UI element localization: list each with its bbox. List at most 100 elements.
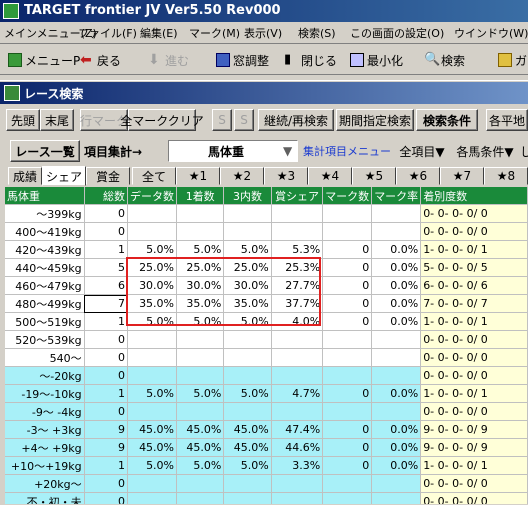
cell-mark-count[interactable] bbox=[322, 366, 373, 385]
tab-star-8[interactable]: ★8 bbox=[484, 167, 528, 185]
table-row[interactable]: 400～419kg 0 0- 0- 0- 0/ 0 bbox=[5, 222, 528, 241]
cell-prize-share[interactable] bbox=[271, 348, 324, 367]
last-button[interactable]: 末尾 bbox=[40, 109, 74, 131]
cell-total[interactable]: 9 bbox=[84, 420, 129, 439]
cell-mark-count[interactable] bbox=[322, 348, 373, 367]
cell-mark-rate[interactable]: 0.0% bbox=[371, 294, 422, 313]
cell-prize-share[interactable]: 44.6% bbox=[271, 438, 324, 457]
tab-star-6[interactable]: ★6 bbox=[396, 167, 440, 185]
cell-mark-rate[interactable] bbox=[371, 204, 422, 223]
cell-mark-count[interactable] bbox=[322, 474, 373, 493]
cell-mark-rate[interactable] bbox=[371, 348, 422, 367]
cell-horse-weight[interactable]: 520～539kg bbox=[5, 330, 85, 349]
cell-data-count[interactable] bbox=[127, 330, 178, 349]
cell-total[interactable]: 0 bbox=[84, 330, 129, 349]
cell-total[interactable]: 0 bbox=[84, 474, 129, 493]
header-mark-count[interactable]: マーク数 bbox=[322, 187, 373, 205]
cell-top3-count[interactable] bbox=[223, 366, 272, 385]
cell-finish-distribution[interactable]: 9- 0- 0- 0/ 9 bbox=[420, 420, 528, 439]
cell-total[interactable]: 0 bbox=[84, 366, 129, 385]
cell-mark-rate[interactable]: 0.0% bbox=[371, 438, 422, 457]
cell-finish-distribution[interactable]: 0- 0- 0- 0/ 0 bbox=[420, 366, 528, 385]
cell-mark-rate[interactable] bbox=[371, 366, 422, 385]
cell-data-count[interactable] bbox=[127, 366, 178, 385]
all-items-dropdown[interactable]: 全項目▼ bbox=[396, 140, 448, 162]
cell-top3-count[interactable] bbox=[223, 222, 272, 241]
cell-mark-count[interactable] bbox=[322, 402, 373, 421]
first-button[interactable]: 先頭 bbox=[6, 109, 40, 131]
cell-finish-distribution[interactable]: 0- 0- 0- 0/ 0 bbox=[420, 222, 528, 241]
cell-top3-count[interactable] bbox=[223, 348, 272, 367]
cell-mark-rate[interactable]: 0.0% bbox=[371, 456, 422, 475]
cell-mark-count[interactable] bbox=[322, 330, 373, 349]
cell-finish-distribution[interactable]: 1- 0- 0- 0/ 1 bbox=[420, 312, 528, 331]
cell-data-count[interactable] bbox=[127, 204, 178, 223]
race-list-button[interactable]: レース一覧 bbox=[10, 140, 80, 162]
cell-data-count[interactable]: 45.0% bbox=[127, 420, 178, 439]
cell-mark-rate[interactable] bbox=[371, 474, 422, 493]
all-flat-button[interactable]: 各平地 bbox=[486, 109, 528, 131]
tab-all[interactable]: 全て bbox=[132, 167, 176, 185]
cell-data-count[interactable] bbox=[127, 492, 178, 504]
cell-horse-weight[interactable]: +4～ +9kg bbox=[5, 438, 85, 457]
menu-mark[interactable]: マーク(M) bbox=[189, 25, 240, 41]
minimize-button[interactable]: 最小化 bbox=[350, 50, 403, 70]
s-button-1[interactable]: S bbox=[212, 109, 232, 131]
menu-screen-settings[interactable]: この画面の設定(O) bbox=[350, 25, 444, 41]
cell-first-count[interactable] bbox=[176, 366, 225, 385]
cell-finish-distribution[interactable]: 0- 0- 0- 0/ 0 bbox=[420, 348, 528, 367]
cell-prize-share[interactable]: 47.4% bbox=[271, 420, 324, 439]
cell-prize-share[interactable]: 5.3% bbox=[271, 240, 324, 259]
cell-total[interactable]: 6 bbox=[84, 276, 129, 295]
cell-prize-share[interactable] bbox=[271, 366, 324, 385]
cell-horse-weight[interactable]: 480～499kg bbox=[5, 294, 85, 313]
table-row[interactable]: +10～+19kg 1 5.0% 5.0% 5.0% 3.3% 0 0.0% 1- 0- 0- … bbox=[5, 456, 528, 475]
cell-finish-distribution[interactable]: 6- 0- 0- 0/ 6 bbox=[420, 276, 528, 295]
table-row[interactable]: -19～-10kg 1 5.0% 5.0% 5.0% 4.7% 0 0.0% 1- 0- 0- … bbox=[5, 384, 528, 403]
period-search-button[interactable]: 期間指定検索 bbox=[336, 109, 414, 131]
cell-total[interactable]: 5 bbox=[84, 258, 129, 277]
cell-first-count[interactable]: 5.0% bbox=[176, 456, 225, 475]
table-row[interactable]: ～399kg 0 0- 0- 0- 0/ 0 bbox=[5, 204, 528, 223]
cell-total[interactable]: 0 bbox=[84, 222, 129, 241]
header-finish-distribution[interactable]: 着別度数 bbox=[420, 187, 528, 205]
cell-mark-count[interactable]: 0 bbox=[322, 240, 373, 259]
menu-search[interactable]: 検索(S) bbox=[298, 25, 336, 41]
tab-star-5[interactable]: ★5 bbox=[352, 167, 396, 185]
cell-horse-weight[interactable]: +20kg～ bbox=[5, 474, 85, 493]
cell-mark-rate[interactable]: 0.0% bbox=[371, 240, 422, 259]
cell-horse-weight[interactable]: +10～+19kg bbox=[5, 456, 85, 475]
cell-data-count[interactable] bbox=[127, 474, 178, 493]
cell-first-count[interactable] bbox=[176, 402, 225, 421]
cell-finish-distribution[interactable]: 0- 0- 0- 0/ 0 bbox=[420, 474, 528, 493]
cell-mark-count[interactable]: 0 bbox=[322, 258, 373, 277]
cell-top3-count[interactable] bbox=[223, 492, 272, 504]
cell-data-count[interactable] bbox=[127, 348, 178, 367]
header-horse-weight[interactable]: 馬体重 bbox=[5, 187, 85, 205]
aggregate-grid[interactable]: 馬体重 総数 データ数 1着数 3内数 賞シェア マーク数 マーク率 着別度数 … bbox=[5, 187, 528, 504]
cell-total[interactable]: 0 bbox=[84, 204, 129, 223]
continue-search-button[interactable]: 継続/再検索 bbox=[258, 109, 334, 131]
cell-first-count[interactable]: 45.0% bbox=[176, 438, 225, 457]
cell-horse-weight[interactable]: 440～459kg bbox=[5, 258, 85, 277]
header-first-count[interactable]: 1着数 bbox=[176, 187, 225, 205]
cell-horse-weight[interactable]: ～-20kg bbox=[5, 366, 85, 385]
menu-edit[interactable]: 編集(E) bbox=[140, 25, 178, 41]
ga-button[interactable]: ガ bbox=[498, 50, 527, 70]
cell-top3-count[interactable]: 5.0% bbox=[223, 384, 272, 403]
cell-finish-distribution[interactable]: 0- 0- 0- 0/ 0 bbox=[420, 492, 528, 504]
cell-first-count[interactable] bbox=[176, 204, 225, 223]
back-button[interactable]: ⬅ 戻る bbox=[80, 50, 121, 70]
cell-data-count[interactable] bbox=[127, 402, 178, 421]
cell-data-count[interactable]: 5.0% bbox=[127, 384, 178, 403]
cell-finish-distribution[interactable]: 1- 0- 0- 0/ 1 bbox=[420, 240, 528, 259]
cell-mark-rate[interactable] bbox=[371, 492, 422, 504]
header-data-count[interactable]: データ数 bbox=[127, 187, 178, 205]
cell-total[interactable]: 0 bbox=[84, 402, 129, 421]
cell-finish-distribution[interactable]: 1- 0- 0- 0/ 1 bbox=[420, 384, 528, 403]
table-row[interactable]: 不・初・未 0 0- 0- 0- 0/ 0 bbox=[5, 492, 528, 504]
cell-prize-share[interactable]: 3.3% bbox=[271, 456, 324, 475]
cell-top3-count[interactable] bbox=[223, 402, 272, 421]
search-button[interactable]: 🔍 検索 bbox=[424, 50, 465, 70]
menu-window[interactable]: ウインドウ(W) bbox=[454, 25, 528, 41]
